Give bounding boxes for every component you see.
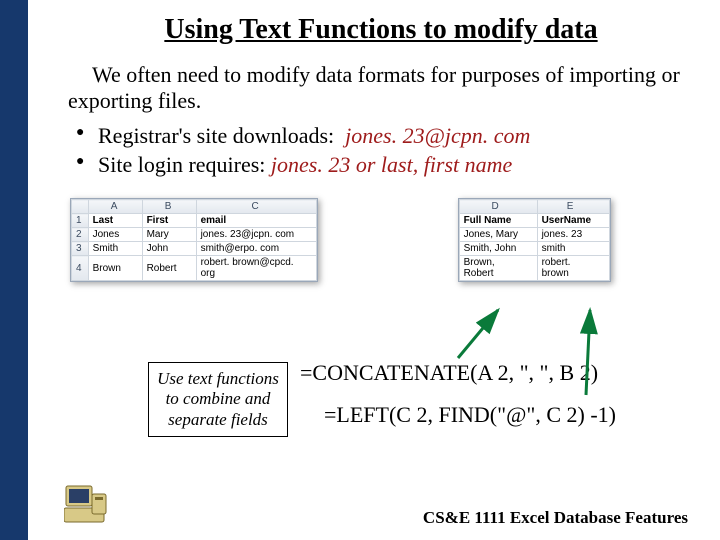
callout-box: Use text functions to combine and separa… xyxy=(148,362,288,437)
col-header: D xyxy=(459,200,537,214)
cell: smith xyxy=(537,242,609,256)
row-header: 3 xyxy=(72,242,89,256)
row-header: 1 xyxy=(72,214,89,228)
formula-left-find: =LEFT(C 2, FIND("@", C 2) -1) xyxy=(324,402,616,428)
bullet-item: Site login requires: jones. 23 or last, … xyxy=(76,150,694,180)
cell: First xyxy=(142,214,196,228)
arrow-to-fullname xyxy=(458,310,498,358)
cell: Brown xyxy=(88,256,142,281)
col-header: B xyxy=(142,200,196,214)
cell: Robert xyxy=(142,256,196,281)
computer-icon xyxy=(64,482,110,526)
sheet-left: A B C 1 Last First email 2 Jones xyxy=(70,198,318,282)
bullet-emph: jones. 23 or last, first name xyxy=(271,152,512,177)
cell: Smith, John xyxy=(459,242,537,256)
cell: John xyxy=(142,242,196,256)
cell: Mary xyxy=(142,228,196,242)
bullet-emph: jones. 23@jcpn. com xyxy=(345,123,530,148)
cell: jones. 23 xyxy=(537,228,609,242)
bullet-item: Registrar's site downloads: jones. 23@jc… xyxy=(76,121,694,151)
formula-concatenate: =CONCATENATE(A 2, ", ", B 2) xyxy=(300,360,598,386)
col-header: C xyxy=(196,200,316,214)
bullet-prefix: Site login requires: xyxy=(98,152,265,177)
cell: Smith xyxy=(88,242,142,256)
cell: Jones, Mary xyxy=(459,228,537,242)
cell: email xyxy=(196,214,316,228)
cell: Jones xyxy=(88,228,142,242)
row-header: 2 xyxy=(72,228,89,242)
cell: Full Name xyxy=(459,214,537,228)
cell: jones. 23@jcpn. com xyxy=(196,228,316,242)
cell: smith@erpo. com xyxy=(196,242,316,256)
cell: robert. brown xyxy=(537,256,609,281)
col-header xyxy=(72,200,89,214)
bullet-prefix: Registrar's site downloads: xyxy=(98,123,334,148)
cell: UserName xyxy=(537,214,609,228)
cell: Brown, Robert xyxy=(459,256,537,281)
col-header: A xyxy=(88,200,142,214)
slide-title: Using Text Functions to modify data xyxy=(68,14,694,46)
row-header: 4 xyxy=(72,256,89,281)
cell: Last xyxy=(88,214,142,228)
sheet-right: D E Full Name UserName Jones, Mary jones… xyxy=(458,198,611,282)
col-header: E xyxy=(537,200,609,214)
bullet-list: Registrar's site downloads: jones. 23@jc… xyxy=(68,121,694,180)
intro-paragraph: We often need to modify data formats for… xyxy=(68,62,694,115)
slide-footer: CS&E 1111 Excel Database Features xyxy=(423,508,688,528)
cell: robert. brown@cpcd. org xyxy=(196,256,316,281)
